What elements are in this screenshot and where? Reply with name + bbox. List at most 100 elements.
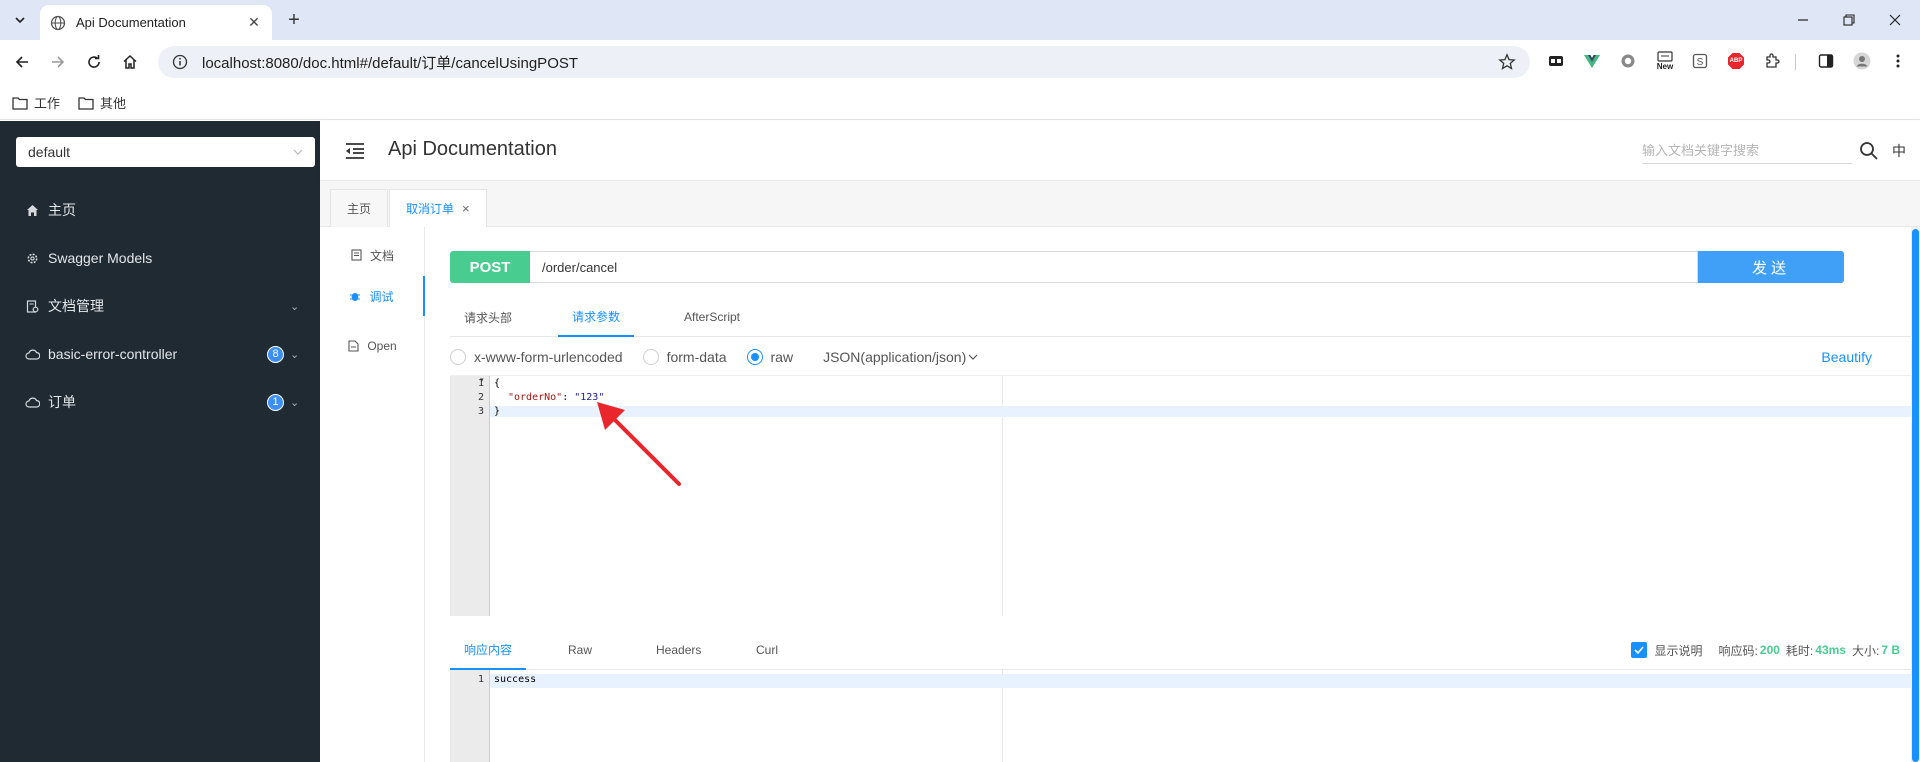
- close-tab-icon[interactable]: ✕: [246, 14, 262, 31]
- tab-response-headers[interactable]: Headers: [642, 630, 715, 670]
- radio-button[interactable]: [642, 349, 659, 365]
- checkmark-icon: [1633, 646, 1644, 654]
- bookmarks-bar: 工作 其他: [0, 84, 1920, 120]
- browser-tab[interactable]: Api Documentation ✕: [40, 5, 272, 40]
- home-icon: [24, 202, 40, 218]
- tab-label: 取消订单: [406, 202, 455, 216]
- line-number: 3: [477, 406, 484, 417]
- minimize-button[interactable]: [1780, 0, 1826, 40]
- browser-tab-strip: Api Documentation ✕ +: [0, 0, 1920, 40]
- count-badge: 1: [267, 393, 284, 411]
- bug-icon: [350, 293, 361, 301]
- arrow-left-icon: [15, 56, 28, 68]
- side-panel-icon[interactable]: [1816, 51, 1836, 71]
- tab-request-headers[interactable]: 请求头部: [450, 297, 526, 337]
- profile-avatar-icon[interactable]: [1852, 51, 1872, 71]
- raw-type-select[interactable]: JSON(application/json): [823, 349, 978, 365]
- beautify-link[interactable]: Beautify: [1821, 349, 1872, 365]
- forward-button[interactable]: [46, 50, 70, 74]
- vtab-doc[interactable]: 文档: [320, 235, 425, 275]
- extension-adblock-icon[interactable]: ABP: [1726, 51, 1746, 71]
- restore-icon: [1843, 14, 1855, 26]
- sidebar-item-label: 主页: [48, 202, 76, 218]
- line-number: 2: [477, 392, 484, 403]
- status-code: 200: [1759, 643, 1780, 657]
- close-icon[interactable]: ×: [462, 201, 470, 216]
- sidebar-item-orders[interactable]: 订单 1 ⌄: [0, 382, 320, 422]
- sidebar-item-home[interactable]: 主页: [0, 190, 320, 230]
- reload-button[interactable]: [82, 50, 106, 74]
- language-toggle[interactable]: 中: [1892, 141, 1906, 161]
- bookmark-folder-work[interactable]: 工作: [12, 93, 60, 112]
- response-body-editor[interactable]: 1 success: [450, 670, 1920, 762]
- document-icon: [351, 249, 362, 261]
- radio-form-data[interactable]: form-data: [642, 349, 727, 365]
- radio-button[interactable]: [450, 349, 466, 365]
- restore-button[interactable]: [1826, 0, 1872, 40]
- tab-response-curl[interactable]: Curl: [742, 630, 792, 670]
- code-line: "orderNo": "123": [508, 392, 604, 403]
- raw-type-value: JSON(application/json): [823, 349, 967, 365]
- doc-search-input[interactable]: [1642, 138, 1852, 164]
- back-button[interactable]: [10, 50, 34, 74]
- time-label: 耗时:: [1785, 643, 1814, 658]
- tab-cancel-order[interactable]: 取消订单 ×: [389, 189, 487, 227]
- line-number: 1: [477, 674, 484, 685]
- url-text[interactable]: localhost:8080/doc.html#/default/订单/canc…: [202, 52, 1498, 73]
- extensions-puzzle-icon[interactable]: [1762, 51, 1782, 71]
- content-type-row: x-www-form-urlencoded form-data raw JSON…: [450, 343, 1920, 371]
- vtab-debug[interactable]: 调试: [320, 276, 425, 316]
- sidebar-item-doc-management[interactable]: 文档管理 ⌄: [0, 286, 320, 326]
- send-button[interactable]: 发送: [1698, 251, 1844, 283]
- radio-x-www-form-urlencoded[interactable]: x-www-form-urlencoded: [450, 349, 623, 365]
- reload-icon: [88, 55, 100, 68]
- response-tabs: 响应内容 Raw Headers Curl 显示说明 响应码: 200 耗时: …: [450, 630, 1920, 670]
- fold-arrow-icon[interactable]: ▾: [480, 376, 484, 384]
- extension-s-icon[interactable]: S: [1690, 51, 1710, 71]
- page-scrollbar[interactable]: [1911, 227, 1920, 762]
- request-path-input[interactable]: [530, 251, 1698, 283]
- extension-new-icon[interactable]: New: [1652, 51, 1678, 71]
- search-icon[interactable]: [1858, 140, 1880, 162]
- menu-fold-icon[interactable]: [344, 140, 366, 162]
- radio-button[interactable]: [746, 349, 763, 365]
- code-line: {: [494, 378, 501, 389]
- sidebar-item-label: Swagger Models: [48, 250, 153, 266]
- vtab-open[interactable]: Open: [320, 326, 425, 366]
- tab-response-raw[interactable]: Raw: [554, 630, 606, 670]
- group-select[interactable]: default: [16, 137, 315, 167]
- request-sub-tabs: 请求头部 请求参数 AfterScript: [450, 297, 1920, 337]
- home-button[interactable]: [118, 50, 142, 74]
- sidebar-item-label: 文档管理: [48, 298, 104, 314]
- star-icon[interactable]: [1498, 53, 1516, 71]
- tab-home[interactable]: 主页: [330, 189, 389, 227]
- sidebar-item-basic-error-controller[interactable]: basic-error-controller 8 ⌄: [0, 334, 320, 374]
- radio-label: form-data: [666, 349, 727, 365]
- gear-icon: [24, 250, 40, 266]
- group-select-value: default: [28, 144, 71, 160]
- radio-label: raw: [770, 349, 794, 365]
- extension-circle-icon[interactable]: [1618, 51, 1638, 71]
- tab-search-button[interactable]: [7, 7, 33, 33]
- annotation-arrow: [597, 402, 681, 486]
- scrollbar-thumb[interactable]: [1912, 229, 1919, 762]
- show-description-checkbox[interactable]: [1630, 642, 1647, 658]
- tab-request-params[interactable]: 请求参数: [558, 297, 635, 337]
- radio-raw[interactable]: raw: [746, 349, 794, 365]
- extension-reader-icon[interactable]: [1546, 51, 1566, 71]
- site-info-icon[interactable]: [172, 54, 188, 70]
- count-badge: 8: [267, 345, 284, 363]
- json-colon: :: [562, 392, 575, 403]
- close-window-button[interactable]: [1872, 0, 1918, 40]
- tab-response-content[interactable]: 响应内容: [450, 630, 527, 670]
- extension-vue-devtools-icon[interactable]: [1582, 51, 1602, 71]
- address-bar[interactable]: localhost:8080/doc.html#/default/订单/canc…: [158, 46, 1530, 78]
- tab-afterscript[interactable]: AfterScript: [670, 297, 754, 337]
- vtab-label: Open: [367, 339, 397, 353]
- more-menu-icon[interactable]: [1888, 51, 1908, 71]
- sidebar-item-swagger-models[interactable]: Swagger Models: [0, 238, 320, 278]
- cloud-icon: [24, 394, 40, 410]
- bookmark-folder-other[interactable]: 其他: [78, 93, 126, 112]
- minimize-icon: [1798, 19, 1808, 21]
- new-tab-button[interactable]: +: [282, 8, 306, 32]
